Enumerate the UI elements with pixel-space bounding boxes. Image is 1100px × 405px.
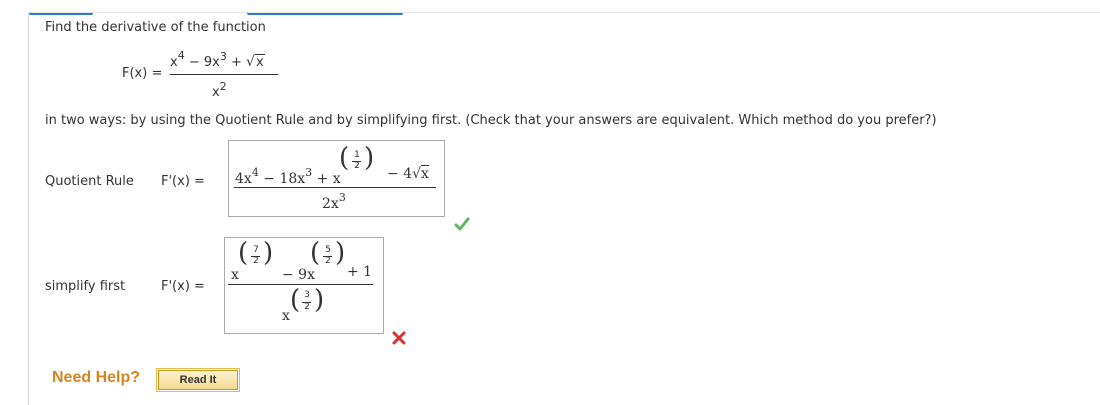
need-help-label: Need Help? bbox=[52, 369, 141, 386]
qr-exp-b: 3 bbox=[305, 166, 313, 179]
quotient-rule-lhs: F'(x) = bbox=[161, 174, 205, 189]
qr-exp-paren-open: ( bbox=[339, 143, 350, 173]
quotient-rule-numerator: 4x4 − 18x3 + x bbox=[235, 166, 341, 187]
question-frame bbox=[28, 12, 1100, 405]
sf-den-exp-num: 3 bbox=[304, 290, 310, 300]
sqrt-icon: √ bbox=[246, 54, 255, 70]
sf-fraction-bar bbox=[228, 284, 373, 285]
sf-den-exp-den: 2 bbox=[304, 302, 310, 312]
qr-exp-paren-close: ) bbox=[364, 143, 375, 173]
num-x: x bbox=[170, 55, 178, 70]
qr-term-a: 4x bbox=[235, 171, 252, 187]
quotient-rule-label: Quotient Rule bbox=[45, 174, 134, 189]
num-sqrt-arg: x bbox=[254, 54, 265, 70]
question-instructions: in two ways: by using the Quotient Rule … bbox=[45, 113, 937, 128]
sf-t2-paren-close: ) bbox=[335, 238, 346, 268]
function-fraction-bar bbox=[170, 74, 278, 75]
qr-minus-4: − 4 bbox=[387, 166, 413, 182]
qr-den-2x: 2x bbox=[322, 196, 339, 212]
correct-check-icon bbox=[454, 216, 470, 232]
num-exp4: 4 bbox=[177, 49, 185, 62]
read-it-button[interactable]: Read It bbox=[156, 368, 240, 392]
qr-fraction-bar bbox=[234, 187, 436, 188]
function-numerator: x4 − 9x3 + √x bbox=[170, 49, 265, 70]
num-minus9x: − 9x bbox=[188, 55, 220, 70]
qr-term-b: − 18x bbox=[263, 171, 306, 187]
function-label: F(x) = bbox=[122, 66, 163, 81]
top-tab-1 bbox=[29, 13, 93, 15]
qr-exp-c-num: 1 bbox=[354, 150, 360, 160]
num-plus: + bbox=[230, 55, 242, 70]
qr-denominator: 2x3 bbox=[322, 191, 346, 212]
incorrect-x-icon bbox=[392, 330, 406, 345]
question-prompt: Find the derivative of the function bbox=[45, 20, 266, 35]
sf-t2-exp-den: 2 bbox=[325, 256, 331, 266]
simplify-first-lhs: F'(x) = bbox=[161, 279, 205, 294]
qr-exp-a: 4 bbox=[251, 166, 259, 179]
qr-sqrt-arg: x bbox=[421, 165, 429, 182]
sf-term2: − 9x bbox=[282, 267, 315, 283]
qr-exp-c-den: 2 bbox=[354, 161, 360, 171]
sf-t2-exp-num: 5 bbox=[325, 245, 331, 255]
sf-t2-paren-open: ( bbox=[310, 238, 321, 268]
qr-term-c: + x bbox=[316, 171, 341, 187]
sqrt-icon: √ bbox=[412, 166, 422, 182]
qr-term-d: − 4√x bbox=[387, 165, 429, 182]
sf-den-base: x bbox=[282, 308, 290, 324]
top-tab-2 bbox=[247, 13, 403, 15]
den-exp: 2 bbox=[219, 80, 227, 93]
sf-den-paren-open: ( bbox=[290, 285, 301, 315]
sf-den-paren-close: ) bbox=[314, 285, 325, 315]
sf-t1-exp-den: 2 bbox=[253, 256, 259, 266]
sf-t1-paren-close: ) bbox=[263, 238, 274, 268]
simplify-first-label: simplify first bbox=[45, 279, 126, 294]
qr-den-exp: 3 bbox=[338, 191, 346, 204]
num-exp3: 3 bbox=[219, 50, 227, 63]
sf-t1-paren-open: ( bbox=[238, 238, 249, 268]
den-x: x bbox=[212, 85, 220, 100]
sf-term3: + 1 bbox=[347, 264, 373, 280]
function-denominator: x2 bbox=[212, 80, 227, 100]
sf-t1-exp-num: 7 bbox=[253, 245, 259, 255]
sf-term1-base: x bbox=[231, 267, 239, 283]
